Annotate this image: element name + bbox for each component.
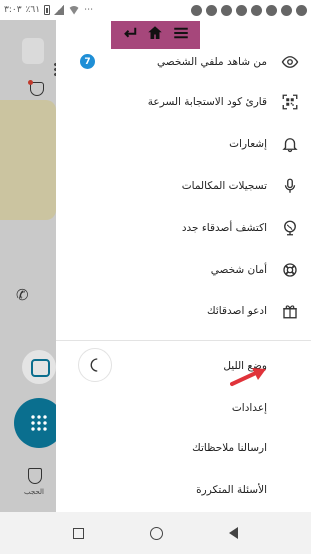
facebook-icon [251,4,262,16]
drawer-item-label: من شاهد ملفي الشخصي [157,56,267,68]
signal-icon [54,5,65,15]
status-right [191,4,307,16]
battery-percent: ٪٦١ [25,5,41,15]
drawer-item-label: أمان شخصي [210,264,267,276]
clock: ٣:٠٣ [4,5,22,15]
drawer-item-label: تسجيلات المكالمات [181,180,267,192]
home-icon[interactable] [146,24,164,46]
eye-icon [279,51,301,73]
globe-icon [279,217,301,239]
gmail-icon [281,4,292,16]
drawer-item-discover-friends[interactable]: اكتشف أصدقاء جدد [56,210,311,246]
drawer-item-qr-reader[interactable]: قارئ كود الاستجابة السرعة [56,84,311,120]
bottom-tab-label: الحجب [24,488,44,496]
background-card [0,100,56,220]
drawer-item-label: اكتشف أصدقاء جدد [181,222,267,234]
drawer-item-night-mode[interactable]: وضع الليل [56,348,311,384]
drawer-item-label: ارسالنا ملاحظاتك [192,442,267,454]
drawer-item-label: إعدادات [231,402,267,414]
phone-icon: ✆ [16,286,29,304]
back-icon[interactable] [229,527,238,539]
drawer-item-faq[interactable]: الأسئلة المتكررة [56,472,311,508]
gift-icon [279,300,301,322]
drawer-item-label: ادعو اصدقائك [207,305,267,317]
amazon-icon [191,4,202,16]
twitter-icon [221,4,232,16]
status-bar: ٣:٠٣ ٪٦١ ⋯ [0,0,311,20]
battery-icon [44,5,51,15]
drawer-divider [56,340,311,341]
overlay-toolbar [111,21,200,49]
drawer-item-label: الأسئلة المتكررة [196,484,267,496]
background-app-scrim[interactable]: ✆ الحجب [0,20,64,512]
drawer-item-call-recordings[interactable]: تسجيلات المكالمات [56,168,311,204]
shield-icon [28,468,42,484]
drawer-item-label: إشعارات [229,138,267,150]
drawer-item-label: قارئ كود الاستجابة السرعة [147,96,267,108]
chat-add-icon [22,350,56,384]
enter-icon[interactable] [121,24,139,46]
overflow-menu-button [22,38,57,76]
system-nav-bar [0,512,311,554]
notification-dot [28,80,33,85]
annotation-arrow-icon [230,366,270,392]
microphone-icon [279,175,301,197]
drawer-item-settings[interactable]: إعدادات [56,390,311,426]
whatsapp-icon [296,4,307,16]
drawer-item-invite-friends[interactable]: ادعو اصدقائك [56,293,311,329]
qr-scan-icon [279,91,301,113]
more-notifications: ⋯ [84,5,94,15]
menu-icon[interactable] [172,24,190,46]
facebook-icon [266,4,277,16]
screen: ٣:٠٣ ٪٦١ ⋯ ✆ الحجب 7 من شاهد ملفي الشخصي… [0,0,311,554]
lifebuoy-icon [279,259,301,281]
wifi-icon [68,5,81,15]
drawer-item-feedback[interactable]: ارسالنا ملاحظاتك [56,430,311,466]
home-circle-icon[interactable] [150,526,163,540]
youtube-icon [206,4,217,16]
bell-icon [279,133,301,155]
drawer-item-notifications[interactable]: إشعارات [56,126,311,162]
navigation-drawer: 7 من شاهد ملفي الشخصي قارئ كود الاستجابة… [56,20,311,512]
status-left: ٣:٠٣ ٪٦١ ⋯ [4,5,93,15]
recents-icon[interactable] [73,527,84,539]
drawer-item-personal-safety[interactable]: أمان شخصي [56,252,311,288]
facebook-icon [236,4,247,16]
drawer-item-profile-views[interactable]: من شاهد ملفي الشخصي [56,44,311,80]
